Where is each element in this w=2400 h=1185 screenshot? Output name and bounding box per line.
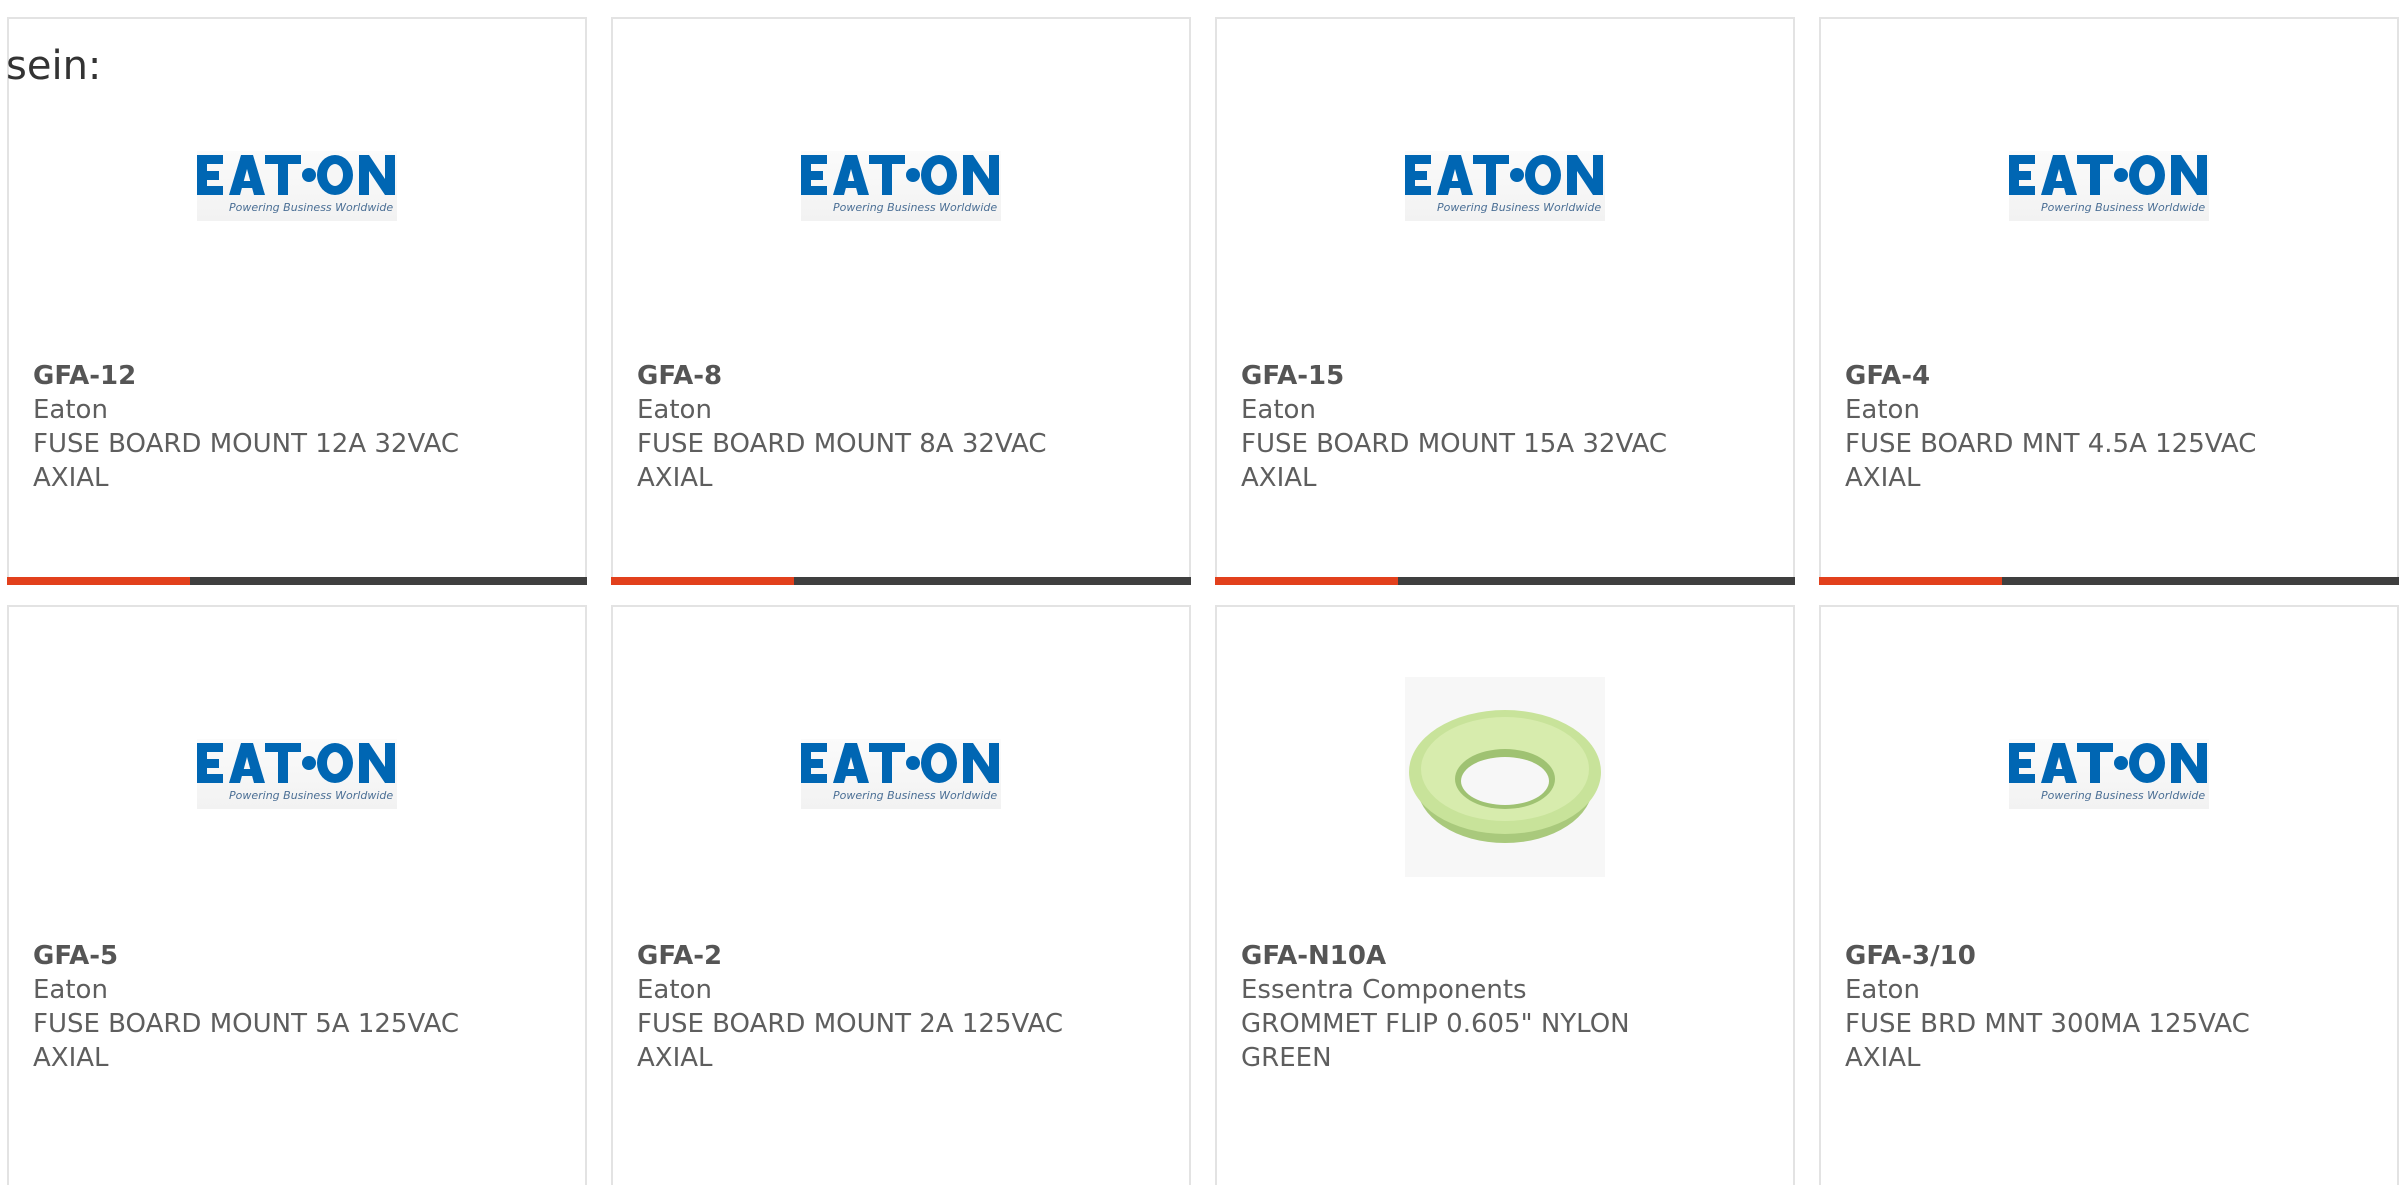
eaton-tagline: Powering Business Worldwide <box>2041 789 2205 802</box>
product-card-wrapper: Powering Business Worldwide GFA-12 Eaton F… <box>7 17 587 585</box>
product-info: GFA-3/10 Eaton FUSE BRD MNT 300MA 125VAC AX… <box>1845 939 2373 1075</box>
part-number-link[interactable]: GFA-3/10 <box>1845 939 2373 973</box>
product-info: GFA-5 Eaton FUSE BOARD MOUNT 5A 125VAC AXIA… <box>33 939 561 1075</box>
product-info: GFA-N10A Essentra Components GROMMET FLIP … <box>1241 939 1769 1075</box>
eaton-tagline: Powering Business Worldwide <box>833 201 997 214</box>
card-footer-accent <box>611 577 794 585</box>
product-grid: Powering Business Worldwide GFA-12 Eaton F… <box>7 17 2400 1185</box>
eaton-logo-image: Powering Business Worldwide <box>801 151 1001 221</box>
eaton-tagline: Powering Business Worldwide <box>833 789 997 802</box>
card-footer-bar <box>7 577 587 585</box>
product-image[interactable]: Powering Business Worldwide <box>1821 707 2397 907</box>
eaton-tagline: Powering Business Worldwide <box>229 201 393 214</box>
description-line: AXIAL <box>33 463 109 493</box>
description-line: FUSE BOARD MNT 4.5A 125VAC <box>1845 429 2257 459</box>
manufacturer-name: Eaton <box>33 395 108 425</box>
manufacturer-name: Eaton <box>1845 975 1920 1005</box>
manufacturer-name: Eaton <box>637 975 712 1005</box>
intro-text: sein: <box>6 43 102 89</box>
product-card-wrapper: Powering Business Worldwide GFA-8 Eaton FU… <box>611 17 1191 585</box>
part-number-link[interactable]: GFA-5 <box>33 939 561 973</box>
card-footer-accent <box>1819 577 2002 585</box>
description-line: GROMMET FLIP 0.605" NYLON <box>1241 1009 1630 1039</box>
product-card[interactable]: Powering Business Worldwide GFA-3/10 Eato… <box>1819 605 2399 1185</box>
description-line: AXIAL <box>33 1043 109 1073</box>
manufacturer-name: Essentra Components <box>1241 975 1527 1005</box>
eaton-logo-image: Powering Business Worldwide <box>801 739 1001 809</box>
product-info: GFA-4 Eaton FUSE BOARD MNT 4.5A 125VAC AXIA… <box>1845 359 2373 495</box>
product-card[interactable]: Powering Business Worldwide GFA-12 Eaton F… <box>7 17 587 585</box>
eaton-tagline: Powering Business Worldwide <box>1437 201 1601 214</box>
manufacturer-name: Eaton <box>33 975 108 1005</box>
description-line: AXIAL <box>637 1043 713 1073</box>
description-line: AXIAL <box>1845 463 1921 493</box>
eaton-tagline: Powering Business Worldwide <box>2041 201 2205 214</box>
eaton-logo-image: Powering Business Worldwide <box>2009 151 2209 221</box>
product-image[interactable]: Powering Business Worldwide <box>1821 119 2397 319</box>
part-number-link[interactable]: GFA-2 <box>637 939 1165 973</box>
eaton-logo-image: Powering Business Worldwide <box>2009 739 2209 809</box>
manufacturer-name: Eaton <box>1845 395 1920 425</box>
card-footer-bar <box>1215 577 1795 585</box>
product-card-wrapper: Powering Business Worldwide GFA-4 Eaton FU… <box>1819 17 2399 585</box>
card-footer-accent <box>7 577 190 585</box>
part-number-link[interactable]: GFA-15 <box>1241 359 1769 393</box>
product-image[interactable]: Powering Business Worldwide <box>613 119 1189 319</box>
product-info: GFA-12 Eaton FUSE BOARD MOUNT 12A 32VAC AXI… <box>33 359 561 495</box>
product-image[interactable]: Powering Business Worldwide <box>613 707 1189 907</box>
part-number-link[interactable]: GFA-8 <box>637 359 1165 393</box>
description-line: GREEN <box>1241 1043 1332 1073</box>
part-number-link[interactable]: GFA-4 <box>1845 359 2373 393</box>
product-card-wrapper: GFA-N10A Essentra Components GROMMET FLIP … <box>1215 605 1795 1185</box>
manufacturer-name: Eaton <box>637 395 712 425</box>
eaton-logo-image: Powering Business Worldwide <box>197 151 397 221</box>
eaton-tagline: Powering Business Worldwide <box>229 789 393 802</box>
product-card[interactable]: Powering Business Worldwide GFA-2 Eaton FU… <box>611 605 1191 1185</box>
product-card-wrapper: Powering Business Worldwide GFA-15 Eaton F… <box>1215 17 1795 585</box>
card-footer-bar <box>1819 577 2399 585</box>
product-card-wrapper: Powering Business Worldwide GFA-3/10 Eato… <box>1819 605 2399 1185</box>
description-line: AXIAL <box>1241 463 1317 493</box>
product-card[interactable]: Powering Business Worldwide GFA-8 Eaton FU… <box>611 17 1191 585</box>
product-card[interactable]: Powering Business Worldwide GFA-5 Eaton FU… <box>7 605 587 1185</box>
product-image[interactable]: Powering Business Worldwide <box>9 707 585 907</box>
eaton-logo-image: Powering Business Worldwide <box>1405 151 1605 221</box>
eaton-logo-image: Powering Business Worldwide <box>197 739 397 809</box>
product-image[interactable]: Powering Business Worldwide <box>1217 119 1793 319</box>
product-card[interactable]: Powering Business Worldwide GFA-15 Eaton F… <box>1215 17 1795 585</box>
description-line: AXIAL <box>637 463 713 493</box>
description-line: FUSE BRD MNT 300MA 125VAC <box>1845 1009 2250 1039</box>
description-line: FUSE BOARD MOUNT 8A 32VAC <box>637 429 1047 459</box>
part-number-link[interactable]: GFA-12 <box>33 359 561 393</box>
product-card[interactable]: Powering Business Worldwide GFA-4 Eaton FU… <box>1819 17 2399 585</box>
description-line: FUSE BOARD MOUNT 15A 32VAC <box>1241 429 1668 459</box>
card-footer-bar <box>611 577 1191 585</box>
part-number-link[interactable]: GFA-N10A <box>1241 939 1769 973</box>
product-card-wrapper: Powering Business Worldwide GFA-5 Eaton FU… <box>7 605 587 1185</box>
description-line: FUSE BOARD MOUNT 12A 32VAC <box>33 429 460 459</box>
description-line: FUSE BOARD MOUNT 2A 125VAC <box>637 1009 1064 1039</box>
product-card[interactable]: GFA-N10A Essentra Components GROMMET FLIP … <box>1215 605 1795 1185</box>
product-card-wrapper: Powering Business Worldwide GFA-2 Eaton FU… <box>611 605 1191 1185</box>
product-image[interactable] <box>1217 677 1793 877</box>
description-line: FUSE BOARD MOUNT 5A 125VAC <box>33 1009 460 1039</box>
description-line: AXIAL <box>1845 1043 1921 1073</box>
card-footer-accent <box>1215 577 1398 585</box>
grommet-image <box>1405 677 1605 877</box>
product-info: GFA-8 Eaton FUSE BOARD MOUNT 8A 32VAC AXIAL <box>637 359 1165 495</box>
product-info: GFA-15 Eaton FUSE BOARD MOUNT 15A 32VAC AXI… <box>1241 359 1769 495</box>
manufacturer-name: Eaton <box>1241 395 1316 425</box>
product-image[interactable]: Powering Business Worldwide <box>9 119 585 319</box>
product-info: GFA-2 Eaton FUSE BOARD MOUNT 2A 125VAC AXIA… <box>637 939 1165 1075</box>
